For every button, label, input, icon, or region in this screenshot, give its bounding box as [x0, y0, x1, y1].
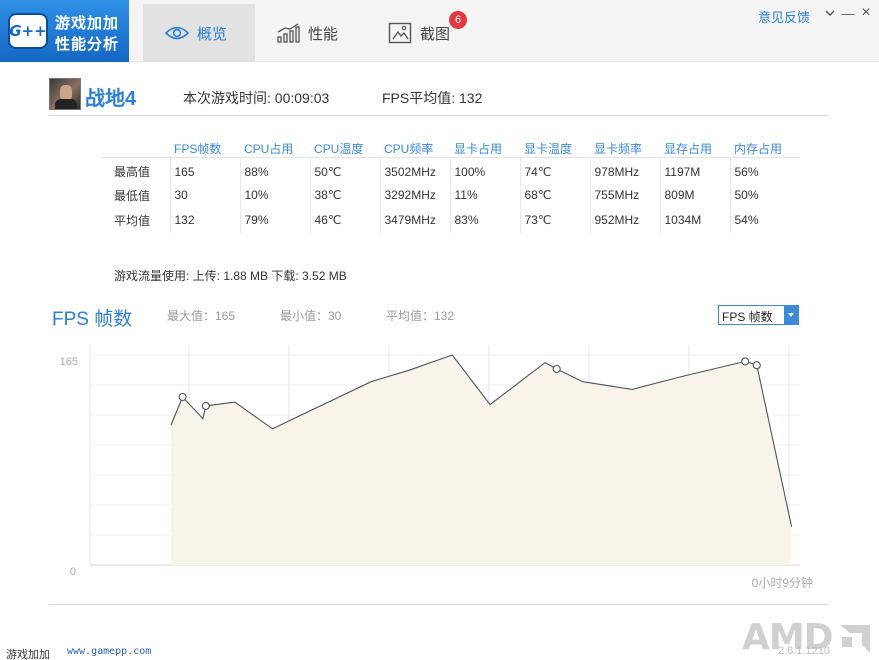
data-point-marker [552, 364, 561, 374]
chart-area-fill [171, 355, 792, 565]
y-tick-label: 165 [60, 356, 78, 368]
amd-arrow-icon [836, 623, 872, 660]
data-point-marker [741, 357, 750, 366]
data-point-marker [178, 392, 187, 402]
version-label: 2.8.1.1210 [778, 645, 830, 657]
footer-brand: 游戏加加 [6, 649, 50, 660]
y-tick-label: 0 [70, 566, 76, 578]
footer-site-link[interactable]: www.gamepp.com [67, 646, 151, 657]
data-point-marker [201, 401, 210, 410]
data-point-marker [752, 361, 761, 370]
fps-chart: 165 0 0小时9分钟 [60, 345, 813, 590]
x-end-label: 0小时9分钟 [752, 575, 813, 590]
chart-divider [49, 604, 829, 605]
